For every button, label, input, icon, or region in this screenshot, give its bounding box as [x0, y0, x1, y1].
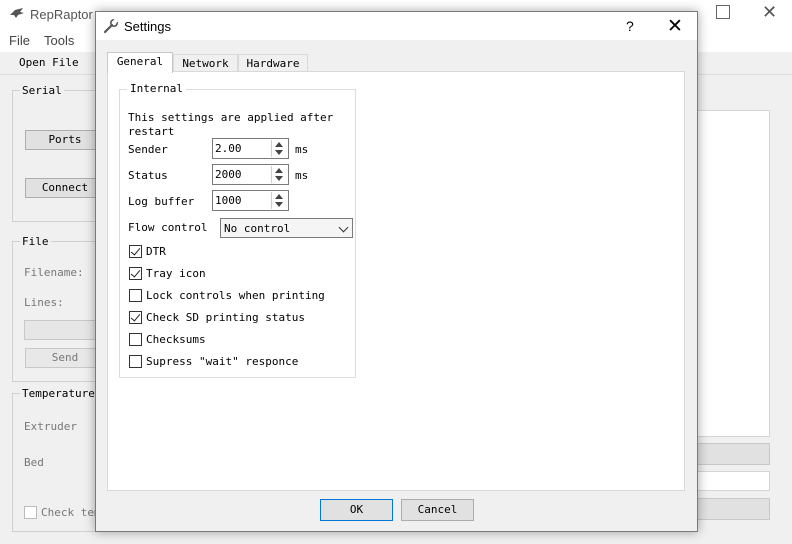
open-file-button[interactable]: Open File: [19, 56, 79, 69]
lock-controls-label: Lock controls when printing: [146, 289, 325, 302]
tab-general[interactable]: General: [107, 52, 173, 73]
dialog-title: Settings: [124, 19, 171, 34]
flow-control-value: No control: [224, 222, 291, 235]
tray-icon-checkbox[interactable]: [129, 267, 142, 280]
sender-label: Sender: [128, 143, 168, 156]
flow-control-label: Flow control: [128, 221, 208, 234]
command-input[interactable]: [690, 471, 770, 491]
connect-button[interactable]: Connect: [25, 178, 105, 198]
general-tab-pane: This settings are applied after restart …: [107, 71, 685, 491]
log-area: [690, 110, 770, 437]
sender-spinbox[interactable]: 2.00: [212, 138, 289, 159]
spin-arrows-icon[interactable]: [271, 192, 287, 209]
spin-arrows-icon[interactable]: [271, 140, 287, 157]
app-title: RepRaptor: [30, 7, 93, 22]
file-group-title: File: [20, 235, 51, 248]
ports-button[interactable]: Ports: [25, 130, 105, 150]
lock-controls-checkbox[interactable]: [129, 289, 142, 302]
log-buffer-value: 1000: [215, 194, 242, 207]
checksums-label: Checksums: [146, 333, 206, 346]
dialog-titlebar: Settings ? ✕: [96, 12, 697, 40]
file-progress-bar: [24, 320, 102, 340]
checksums-checkbox[interactable]: [129, 333, 142, 346]
extruder-label: Extruder: [24, 420, 77, 433]
status-label: Status: [128, 169, 168, 182]
supress-wait-checkbox[interactable]: [129, 355, 142, 368]
sender-unit: ms: [295, 143, 309, 156]
filename-label: Filename:: [24, 266, 84, 279]
close-icon[interactable]: ✕: [667, 15, 683, 38]
menu-tools[interactable]: Tools: [44, 33, 74, 48]
wrench-icon: [103, 18, 119, 34]
status-value: 2000: [215, 168, 242, 181]
lines-label: Lines:: [24, 296, 64, 309]
sender-value: 2.00: [215, 142, 242, 155]
check-temp-checkbox[interactable]: [24, 506, 37, 519]
right-button-1[interactable]: [690, 443, 770, 465]
flow-control-select[interactable]: No control: [220, 218, 353, 238]
ok-button[interactable]: OK: [320, 499, 393, 521]
settings-dialog: Settings ? ✕ General Network Hardware Th…: [95, 11, 698, 532]
send-button[interactable]: Send: [25, 348, 105, 368]
bed-label: Bed: [24, 456, 44, 469]
dtr-checkbox[interactable]: [129, 245, 142, 258]
serial-group-title: Serial: [20, 84, 64, 97]
help-icon[interactable]: ?: [626, 18, 634, 34]
supress-wait-label: Supress "wait" responce: [146, 355, 299, 368]
cancel-button[interactable]: Cancel: [401, 499, 474, 521]
chevron-down-icon: [338, 222, 349, 233]
maximize-icon[interactable]: [716, 5, 730, 19]
dtr-label: DTR: [146, 245, 166, 258]
log-buffer-label: Log buffer: [128, 195, 195, 208]
check-temp-label: Check tem: [41, 506, 101, 519]
raptor-logo-icon: [10, 8, 24, 18]
temperature-group-title: Temperature: [20, 387, 97, 400]
serial-group: [12, 90, 104, 222]
log-buffer-spinbox[interactable]: 1000: [212, 190, 289, 211]
restart-note: This settings are applied after restart: [128, 111, 334, 138]
status-unit: ms: [295, 169, 309, 182]
spin-arrows-icon[interactable]: [271, 166, 287, 183]
right-button-2[interactable]: [690, 498, 770, 520]
check-sd-checkbox[interactable]: [129, 311, 142, 324]
internal-group: This settings are applied after restart …: [119, 89, 356, 378]
check-sd-label: Check SD printing status: [146, 311, 305, 324]
status-spinbox[interactable]: 2000: [212, 164, 289, 185]
menu-file[interactable]: File: [9, 33, 30, 48]
internal-group-title: Internal: [127, 82, 186, 95]
window-close-icon[interactable]: ✕: [762, 2, 777, 23]
tray-icon-label: Tray icon: [146, 267, 206, 280]
